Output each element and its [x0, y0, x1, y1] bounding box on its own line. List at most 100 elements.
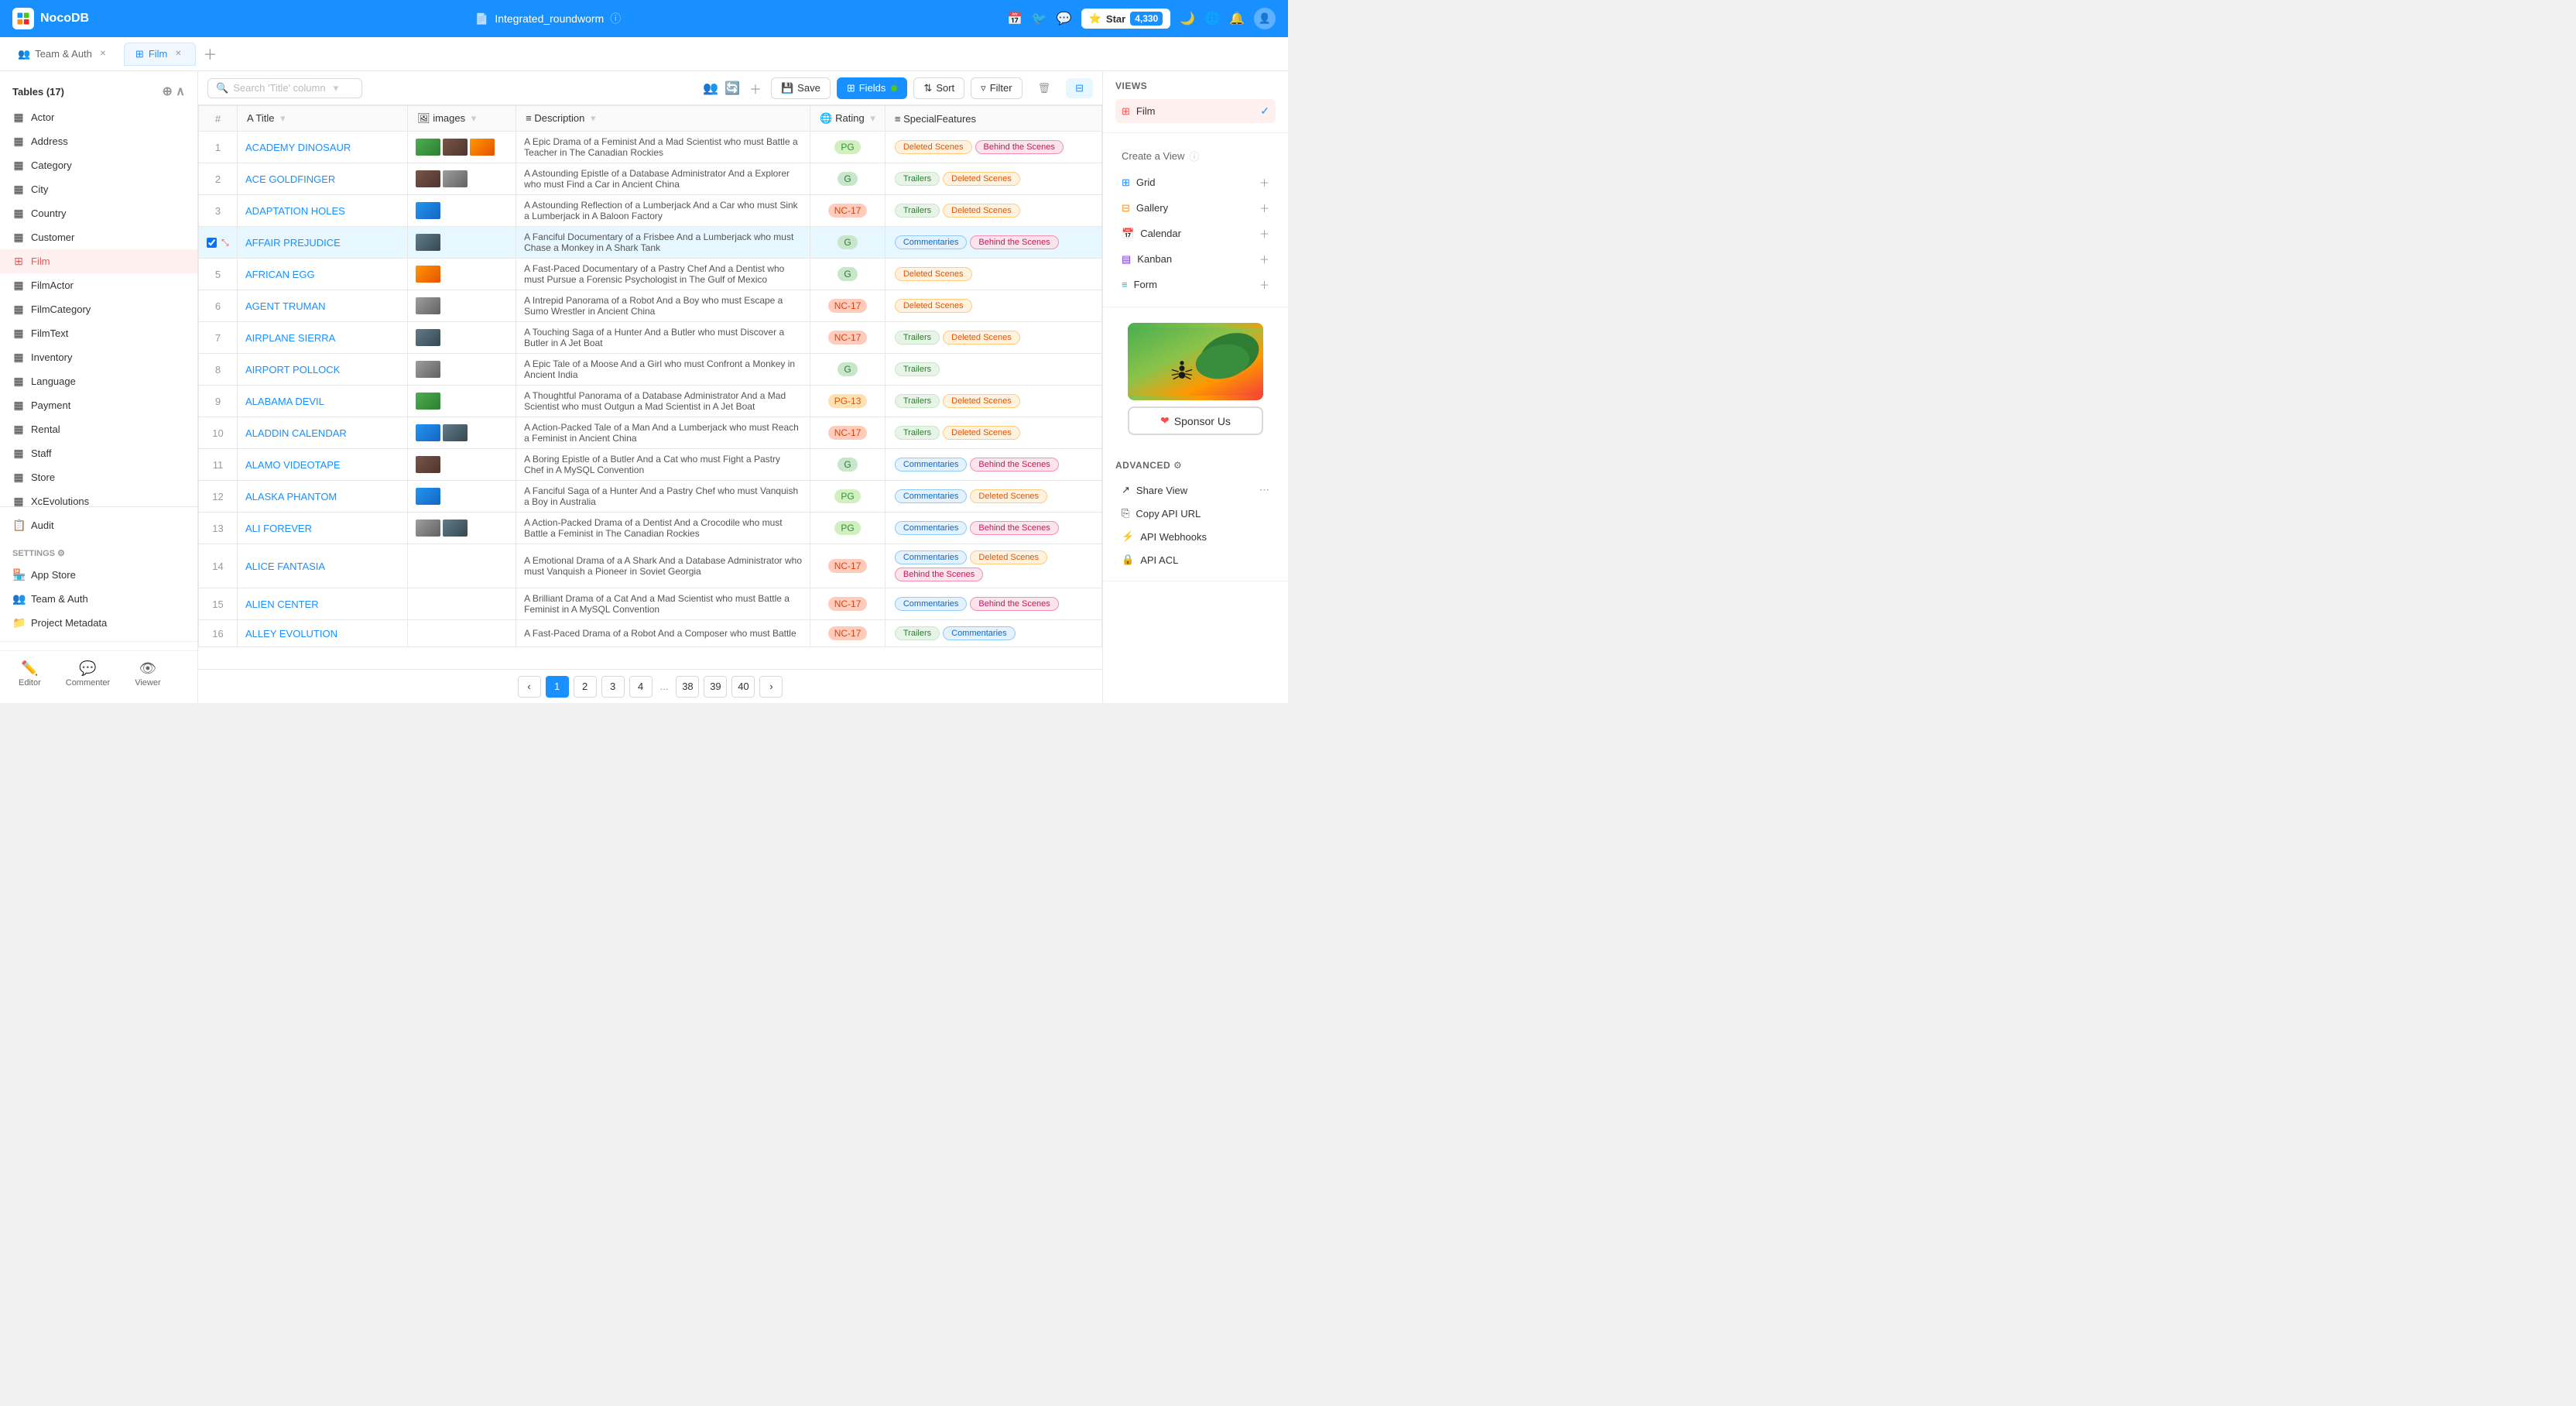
film-title-link[interactable]: ACE GOLDFINGER	[245, 173, 335, 185]
moon-icon[interactable]: 🌙	[1180, 11, 1195, 26]
sort-button[interactable]: ⇅ Sort	[913, 77, 964, 99]
notification-icon[interactable]: 🔔	[1229, 11, 1245, 26]
sidebar-item-store[interactable]: ▦ Store	[0, 465, 197, 489]
image-thumbnail[interactable]	[470, 139, 495, 156]
film-title-link[interactable]: ALLEY EVOLUTION	[245, 628, 337, 640]
film-title-link[interactable]: ALICE FANTASIA	[245, 561, 325, 572]
api-acl-item[interactable]: 🔒 API ACL	[1115, 548, 1276, 571]
table-row[interactable]: 12ALASKA PHANTOMA Fanciful Saga of a Hun…	[199, 481, 1102, 513]
table-row[interactable]: 1ACADEMY DINOSAURA Epic Drama of a Femin…	[199, 132, 1102, 163]
image-thumbnail[interactable]	[416, 424, 440, 441]
film-title-link[interactable]: ALASKA PHANTOM	[245, 491, 337, 502]
github-star-button[interactable]: ⭐ Star 4,330	[1081, 9, 1171, 29]
sidebar-item-payment[interactable]: ▦ Payment	[0, 393, 197, 417]
search-dropdown-icon[interactable]: ▾	[334, 82, 339, 94]
table-row[interactable]: 10ALADDIN CALENDARA Action-Packed Tale o…	[199, 417, 1102, 449]
film-title-link[interactable]: AIRPLANE SIERRA	[245, 332, 335, 344]
sidebar-item-projectmeta[interactable]: 📁 Project Metadata	[0, 611, 197, 635]
rating-sort-icon[interactable]: ▾	[870, 112, 875, 124]
fields-button[interactable]: ⊞ Fields	[837, 77, 908, 99]
col-images-header[interactable]: 🖼 images ▾	[408, 106, 516, 132]
save-button[interactable]: 💾 Save	[771, 77, 831, 99]
col-title-header[interactable]: A Title ▾	[238, 106, 408, 132]
prev-page-button[interactable]: ‹	[518, 676, 541, 698]
table-row[interactable]: 14ALICE FANTASIAA Emotional Drama of a A…	[199, 544, 1102, 588]
calendar-view-type-button[interactable]: 📅 Calendar ＋	[1115, 221, 1276, 246]
sidebar-item-filmtext[interactable]: ▦ FilmText	[0, 321, 197, 345]
page-40-button[interactable]: 40	[731, 676, 755, 698]
api-webhooks-item[interactable]: ⚡ API Webhooks	[1115, 525, 1276, 548]
desc-sort-icon[interactable]: ▾	[591, 112, 596, 124]
share-more-icon[interactable]: ⋯	[1259, 484, 1269, 496]
sidebar-add-icon[interactable]: ⊕ ∧	[162, 84, 185, 99]
chat-icon[interactable]: 💬	[1057, 11, 1072, 26]
page-1-button[interactable]: 1	[546, 676, 569, 698]
title-sort-icon[interactable]: ▾	[280, 112, 286, 124]
user-avatar[interactable]: 👤	[1254, 8, 1276, 29]
sidebar-item-category[interactable]: ▦ Category	[0, 153, 197, 177]
sidebar-item-language[interactable]: ▦ Language	[0, 369, 197, 393]
sidebar-item-inventory[interactable]: ▦ Inventory	[0, 345, 197, 369]
translate-icon[interactable]: 🌐	[1204, 11, 1220, 26]
film-title-link[interactable]: ALAMO VIDEOTAPE	[245, 459, 341, 471]
commenter-tab[interactable]: 💬 Commenter	[60, 657, 116, 691]
col-special-header[interactable]: ≡ SpecialFeatures	[885, 106, 1101, 132]
table-row[interactable]: 9ALABAMA DEVILA Thoughtful Panorama of a…	[199, 386, 1102, 417]
image-thumbnail[interactable]	[416, 170, 440, 187]
image-thumbnail[interactable]	[416, 329, 440, 346]
tab-team-auth[interactable]: 👥 Team & Auth ✕	[6, 43, 121, 66]
sidebar-item-address[interactable]: ▦ Address	[0, 129, 197, 153]
calendar-icon[interactable]: 📅	[1007, 11, 1023, 26]
kanban-view-type-button[interactable]: ▤ Kanban ＋	[1115, 246, 1276, 272]
table-row[interactable]: ⤡ AFFAIR PREJUDICEA Fanciful Documentary…	[199, 227, 1102, 259]
table-row[interactable]: 15ALIEN CENTERA Brilliant Drama of a Cat…	[199, 588, 1102, 620]
page-2-button[interactable]: 2	[574, 676, 597, 698]
image-thumbnail[interactable]	[416, 202, 440, 219]
page-38-button[interactable]: 38	[676, 676, 699, 698]
sidebar-item-city[interactable]: ▦ City	[0, 177, 197, 201]
image-thumbnail[interactable]	[416, 139, 440, 156]
table-row[interactable]: 16ALLEY EVOLUTIONA Fast-Paced Drama of a…	[199, 620, 1102, 647]
film-title-link[interactable]: AIRPORT POLLOCK	[245, 364, 340, 376]
sidebar-item-country[interactable]: ▦ Country	[0, 201, 197, 225]
page-3-button[interactable]: 3	[601, 676, 625, 698]
image-thumbnail[interactable]	[443, 139, 468, 156]
sidebar-item-staff[interactable]: ▦ Staff	[0, 441, 197, 465]
sidebar-item-appstore[interactable]: 🏪 App Store	[0, 563, 197, 587]
page-4-button[interactable]: 4	[629, 676, 653, 698]
film-title-link[interactable]: AFFAIR PREJUDICE	[245, 237, 341, 249]
sponsor-button[interactable]: ❤ Sponsor Us	[1128, 406, 1263, 435]
sidebar-item-film[interactable]: ⊞ Film	[0, 249, 197, 273]
table-row[interactable]: 8AIRPORT POLLOCKA Epic Tale of a Moose A…	[199, 354, 1102, 386]
film-title-link[interactable]: AFRICAN EGG	[245, 269, 315, 280]
film-title-link[interactable]: ACADEMY DINOSAUR	[245, 142, 351, 153]
tab-team-auth-close[interactable]: ✕	[97, 48, 109, 60]
form-view-type-button[interactable]: ≡ Form ＋	[1115, 272, 1276, 297]
film-title-link[interactable]: ALI FOREVER	[245, 523, 312, 534]
film-title-link[interactable]: AGENT TRUMAN	[245, 300, 326, 312]
expand-row-icon[interactable]: ⤡	[221, 237, 229, 249]
col-rating-header[interactable]: 🌐 Rating ▾	[810, 106, 886, 132]
add-row-icon[interactable]: ＋	[749, 79, 762, 98]
table-row[interactable]: 5AFRICAN EGGA Fast-Paced Documentary of …	[199, 259, 1102, 290]
viewer-tab[interactable]: 👁 Viewer	[128, 657, 166, 691]
image-thumbnail[interactable]	[416, 393, 440, 410]
image-thumbnail[interactable]	[416, 361, 440, 378]
images-sort-icon[interactable]: ▾	[471, 112, 477, 124]
table-row[interactable]: 13ALI FOREVERA Action-Packed Drama of a …	[199, 513, 1102, 544]
sidebar-item-filmcategory[interactable]: ▦ FilmCategory	[0, 297, 197, 321]
refresh-icon[interactable]: 🔄	[724, 81, 740, 96]
col-desc-header[interactable]: ≡ Description ▾	[516, 106, 810, 132]
film-title-link[interactable]: ALIEN CENTER	[245, 598, 319, 610]
editor-tab[interactable]: ✏️ Editor	[12, 657, 47, 691]
image-thumbnail[interactable]	[443, 520, 468, 537]
sidebar-item-audit[interactable]: 📋 Audit	[0, 513, 197, 537]
search-box[interactable]: 🔍 Search 'Title' column ▾	[207, 78, 362, 98]
sidebar-item-actor[interactable]: ▦ Actor	[0, 105, 197, 129]
table-row[interactable]: 7AIRPLANE SIERRAA Touching Saga of a Hun…	[199, 322, 1102, 354]
sidebar-item-xcevolutions[interactable]: ▦ XcEvolutions	[0, 489, 197, 506]
grid-view-type-button[interactable]: ⊞ Grid ＋	[1115, 170, 1276, 195]
sidebar-item-filmactor[interactable]: ▦ FilmActor	[0, 273, 197, 297]
grid-view-toggle[interactable]: ⊟	[1066, 78, 1093, 98]
view-item-film[interactable]: ⊞ Film ✓	[1115, 99, 1276, 123]
